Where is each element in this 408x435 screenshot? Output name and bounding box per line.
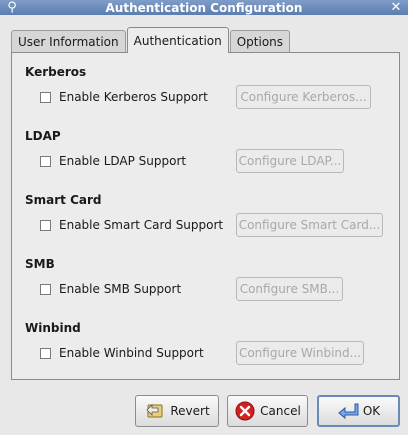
tab-authentication[interactable]: Authentication bbox=[126, 27, 229, 53]
return-arrow-icon bbox=[338, 403, 359, 420]
window-title: Authentication Configuration bbox=[105, 0, 303, 15]
window-titlebar: ⚲ Authentication Configuration ✕ bbox=[0, 0, 408, 15]
checkbox-label: Enable SMB Support bbox=[59, 282, 182, 296]
enable-kerberos-checkbox[interactable]: Enable Kerberos Support bbox=[40, 90, 208, 104]
tab-user-information[interactable]: User Information bbox=[11, 30, 126, 52]
enable-winbind-checkbox[interactable]: Enable Winbind Support bbox=[40, 346, 204, 360]
checkbox-label: Enable Kerberos Support bbox=[59, 90, 208, 104]
checkbox-label: Enable LDAP Support bbox=[59, 154, 187, 168]
checkbox-box[interactable] bbox=[40, 347, 51, 359]
configure-smart-card-button[interactable]: Configure Smart Card... bbox=[236, 213, 383, 237]
checkbox-label: Enable Smart Card Support bbox=[59, 218, 224, 232]
ok-label: OK bbox=[362, 404, 381, 418]
enable-smart-card-checkbox[interactable]: Enable Smart Card Support bbox=[40, 218, 223, 232]
configure-kerberos-button[interactable]: Configure Kerberos... bbox=[236, 85, 371, 109]
checkbox-box[interactable] bbox=[40, 283, 51, 295]
enable-ldap-checkbox[interactable]: Enable LDAP Support bbox=[40, 154, 186, 168]
revert-button[interactable]: Revert bbox=[135, 395, 219, 427]
revert-label: Revert bbox=[170, 404, 210, 418]
section-title: Smart Card bbox=[25, 193, 102, 207]
section-title: Winbind bbox=[25, 321, 81, 335]
ok-button[interactable]: OK bbox=[317, 395, 400, 427]
configure-winbind-button[interactable]: Configure Winbind... bbox=[236, 341, 364, 365]
cancel-button[interactable]: Cancel bbox=[227, 395, 308, 427]
close-icon[interactable]: ✕ bbox=[388, 0, 404, 15]
configure-ldap-button[interactable]: Configure LDAP... bbox=[236, 149, 344, 173]
authentication-panel: Kerberos Enable Kerberos Support Configu… bbox=[11, 52, 400, 380]
cancel-label: Cancel bbox=[260, 404, 301, 418]
section-title: LDAP bbox=[25, 129, 61, 143]
checkbox-box[interactable] bbox=[40, 155, 51, 167]
checkbox-box[interactable] bbox=[40, 219, 51, 231]
tab-options[interactable]: Options bbox=[229, 30, 291, 52]
checkbox-box[interactable] bbox=[40, 91, 51, 103]
cancel-icon bbox=[235, 401, 255, 421]
section-title: SMB bbox=[25, 257, 55, 271]
section-title: Kerberos bbox=[25, 65, 87, 79]
tab-bar: User Information Authentication Options bbox=[11, 27, 291, 53]
enable-smb-checkbox[interactable]: Enable SMB Support bbox=[40, 282, 181, 296]
revert-icon bbox=[146, 404, 163, 418]
checkbox-label: Enable Winbind Support bbox=[59, 346, 204, 360]
key-icon: ⚲ bbox=[7, 0, 17, 15]
configure-smb-button[interactable]: Configure SMB... bbox=[236, 277, 343, 301]
